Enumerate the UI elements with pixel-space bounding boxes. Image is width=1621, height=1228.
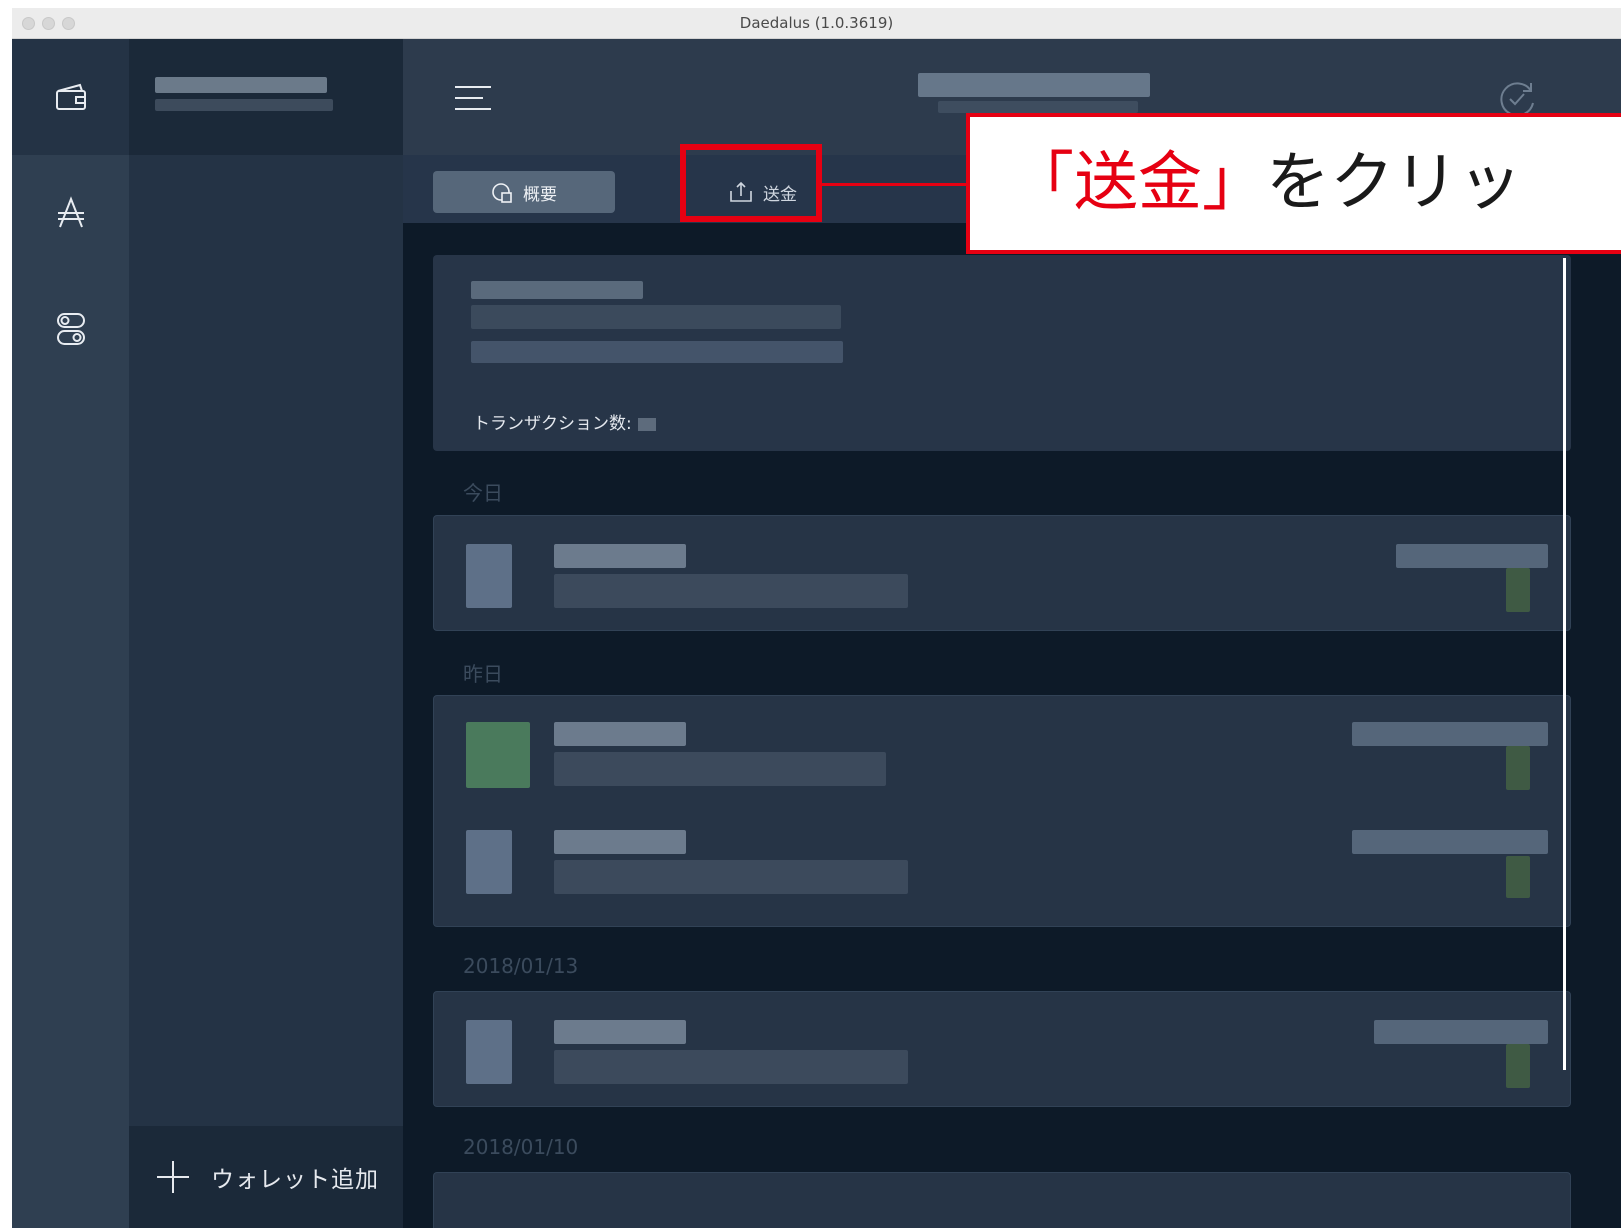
date-header-today: 今日	[463, 481, 503, 505]
redacted-transaction-title	[554, 544, 686, 568]
redacted-transaction-icon	[466, 722, 530, 788]
redacted-transaction-amount	[1374, 1020, 1548, 1044]
wallet-list-item-selected[interactable]	[129, 39, 403, 155]
redacted-transaction-amount	[1352, 830, 1548, 854]
transaction-row[interactable]	[434, 810, 1570, 920]
wallet-list-panel: ウォレット追加	[129, 39, 403, 1228]
redacted-transaction-status	[1506, 746, 1530, 790]
nav-wallets[interactable]	[12, 39, 129, 155]
transaction-count: トランザクション数:	[473, 409, 656, 434]
transaction-row[interactable]	[434, 994, 1570, 1104]
nav-settings[interactable]	[12, 271, 129, 387]
redacted-transaction-address	[554, 752, 886, 786]
date-header-2018-01-13: 2018/01/13	[463, 954, 579, 978]
add-wallet-button[interactable]: ウォレット追加	[129, 1126, 403, 1228]
date-header-yesterday: 昨日	[463, 662, 503, 686]
redacted-transaction-count	[637, 417, 656, 431]
plus-icon	[155, 1159, 191, 1195]
tab-summary[interactable]: 概要	[433, 171, 615, 213]
redacted-transaction-title	[554, 722, 686, 746]
wallet-summary-card: トランザクション数:	[433, 255, 1571, 451]
redacted-transaction-address	[554, 860, 908, 894]
scrollbar-edge	[1563, 258, 1566, 1070]
title-bar: Daedalus (1.0.3619)	[12, 8, 1621, 39]
redacted-transaction-amount	[1352, 722, 1548, 746]
redacted-summary-title	[471, 281, 643, 299]
transaction-group-2018-01-10	[433, 1172, 1571, 1228]
redacted-transaction-icon	[466, 830, 512, 894]
hamburger-icon	[455, 86, 491, 110]
redacted-transaction-title	[554, 1020, 686, 1044]
nav-ada-redemption[interactable]	[12, 155, 129, 271]
window-title: Daedalus (1.0.3619)	[739, 14, 894, 32]
summary-icon	[492, 183, 512, 203]
callout-connector	[820, 183, 970, 186]
callout-quoted-text: 「送金」	[1010, 146, 1266, 220]
redacted-transaction-status	[1506, 856, 1530, 898]
redacted-summary-detail	[471, 341, 843, 363]
transaction-group-2018-01-13	[433, 991, 1571, 1107]
callout-rest-text: をクリッ	[1266, 146, 1522, 220]
redacted-summary-amount	[471, 305, 841, 329]
nav-rail	[12, 39, 129, 1228]
menu-button[interactable]	[453, 83, 493, 113]
redacted-transaction-title	[554, 830, 686, 854]
redacted-transaction-amount	[1396, 544, 1548, 568]
transaction-row[interactable]	[434, 698, 1570, 808]
redacted-transaction-address	[554, 1050, 908, 1084]
redacted-transaction-status	[1506, 1044, 1530, 1088]
redacted-wallet-name	[155, 77, 327, 93]
redacted-wallet-balance	[155, 99, 333, 111]
transaction-count-label: トランザクション数:	[473, 414, 632, 434]
settings-toggle-icon	[56, 313, 85, 345]
instruction-callout: 「送金」をクリッ	[966, 113, 1621, 254]
redacted-wallet-amount	[938, 101, 1138, 113]
date-header-2018-01-10: 2018/01/10	[463, 1135, 579, 1159]
transaction-row[interactable]	[434, 518, 1570, 628]
ada-icon	[57, 196, 84, 228]
transaction-group-today	[433, 515, 1571, 631]
redacted-wallet-title	[918, 73, 1150, 97]
redacted-transaction-status	[1506, 568, 1530, 612]
tab-summary-label: 概要	[523, 184, 557, 205]
add-wallet-label: ウォレット追加	[211, 1167, 379, 1193]
send-tab-highlight	[680, 144, 822, 222]
wallet-icon	[55, 83, 86, 110]
redacted-transaction-icon	[466, 1020, 512, 1084]
redacted-transaction-icon	[466, 544, 512, 608]
redacted-transaction-address	[554, 574, 908, 608]
transaction-group-yesterday	[433, 695, 1571, 927]
